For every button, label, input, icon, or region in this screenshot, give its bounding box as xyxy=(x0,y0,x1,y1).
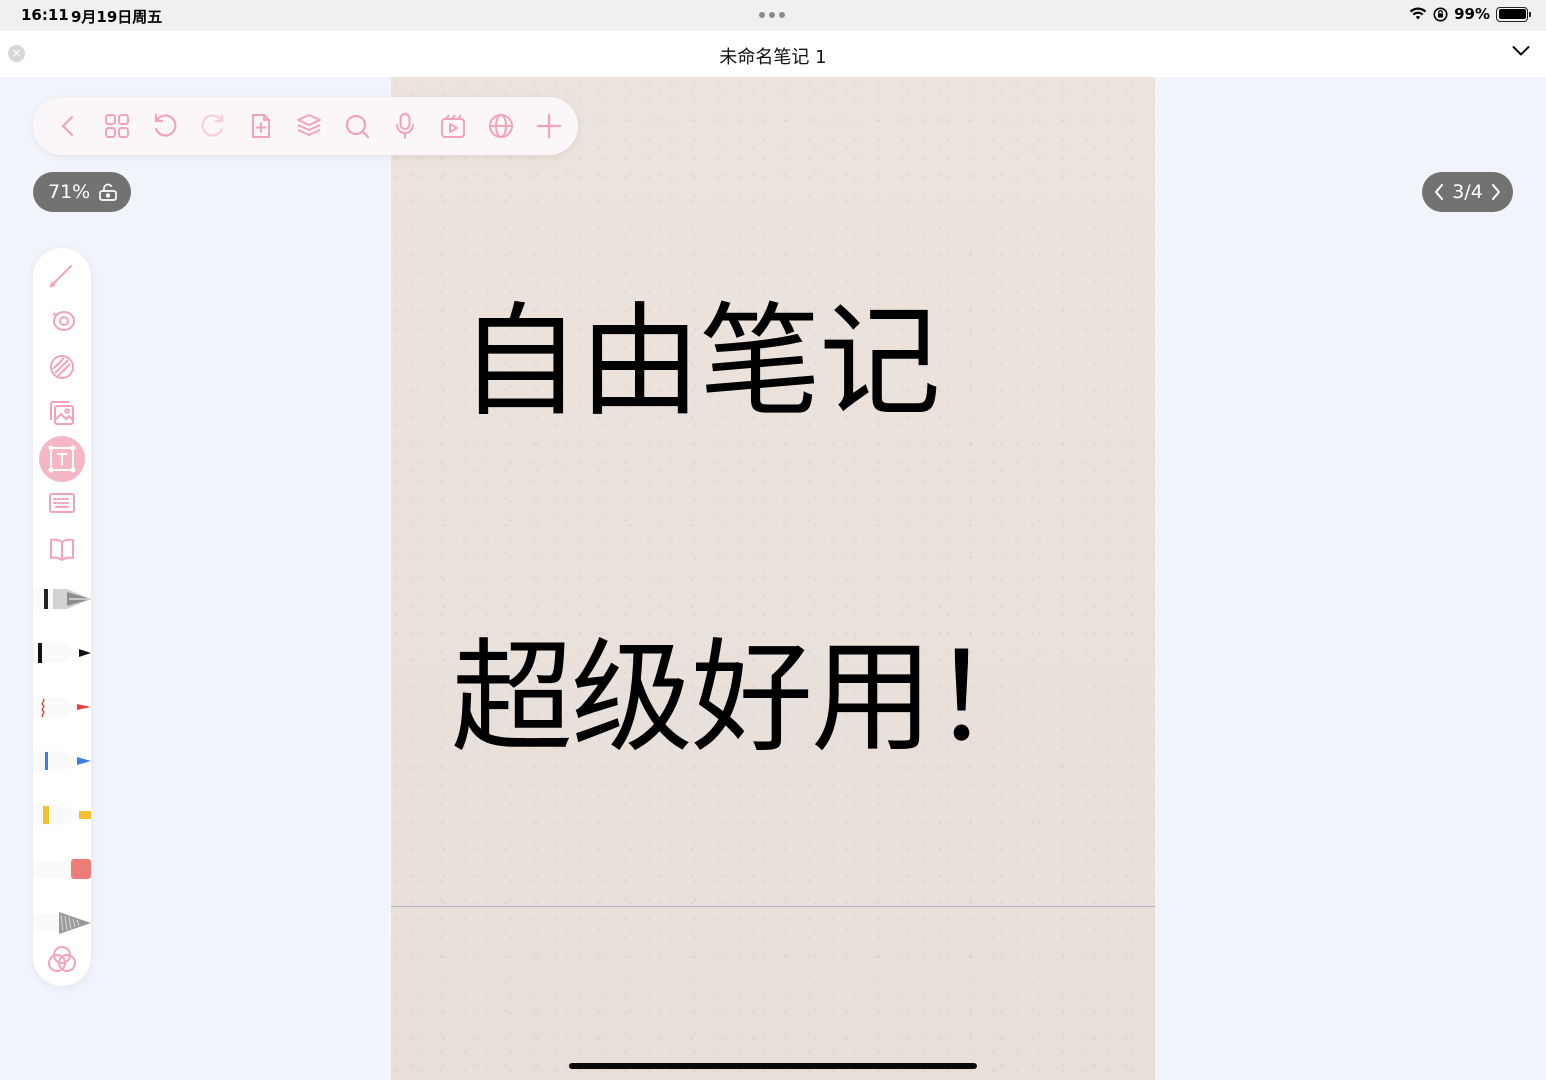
zoom-label: 71% xyxy=(48,181,91,203)
canvas-text-line-1[interactable]: 自由笔记 xyxy=(459,301,941,423)
zoom-indicator[interactable]: 71% xyxy=(33,172,131,212)
shape-icon[interactable] xyxy=(45,350,79,384)
canvas-text-line-2[interactable]: 超级好用！ xyxy=(451,637,1053,759)
keyboard-icon[interactable] xyxy=(45,486,79,520)
book-icon[interactable] xyxy=(45,532,79,566)
note-title[interactable]: 未命名笔记 1 xyxy=(0,43,1546,69)
redo-icon[interactable] xyxy=(195,108,231,144)
ballpoint-pen-icon[interactable] xyxy=(33,638,91,668)
brush-pen-icon[interactable] xyxy=(33,692,91,722)
battery-icon xyxy=(1496,6,1531,22)
search-icon[interactable] xyxy=(339,108,375,144)
status-time: 16:11 xyxy=(21,6,69,24)
page-divider xyxy=(391,906,1155,907)
fountain-pen-icon[interactable] xyxy=(33,584,91,614)
pen-icon[interactable] xyxy=(33,746,91,776)
grid-icon[interactable] xyxy=(99,108,135,144)
undo-icon[interactable] xyxy=(147,108,183,144)
note-canvas[interactable]: 自由笔记 超级好用！ xyxy=(391,77,1155,1080)
pencil-tool-icon[interactable] xyxy=(33,908,91,938)
add-page-icon[interactable] xyxy=(243,108,279,144)
image-icon[interactable] xyxy=(45,396,79,430)
status-date: 9月19日周五 xyxy=(71,8,163,26)
orientation-lock-icon xyxy=(1433,7,1448,21)
unlock-icon[interactable] xyxy=(98,183,118,201)
chevron-left-icon[interactable] xyxy=(1434,183,1444,201)
textbox-icon[interactable] xyxy=(39,436,85,482)
tool-sidebar xyxy=(33,248,91,986)
globe-icon[interactable] xyxy=(483,108,519,144)
color-palette-icon[interactable] xyxy=(45,942,79,976)
plus-icon[interactable] xyxy=(531,108,567,144)
lasso-icon[interactable] xyxy=(45,304,79,338)
chevron-down-icon[interactable] xyxy=(1512,45,1530,57)
chevron-right-icon[interactable] xyxy=(1491,183,1501,201)
eraser-icon[interactable] xyxy=(33,854,91,884)
wifi-icon xyxy=(1409,7,1427,20)
multitasking-dots-icon[interactable] xyxy=(759,12,785,18)
layers-icon[interactable] xyxy=(291,108,327,144)
battery-percent: 99% xyxy=(1454,5,1490,23)
back-icon[interactable] xyxy=(51,108,87,144)
microphone-icon[interactable] xyxy=(387,108,423,144)
highlighter-icon[interactable] xyxy=(33,800,91,830)
media-icon[interactable] xyxy=(435,108,471,144)
page-indicator[interactable]: 3/4 xyxy=(1422,172,1513,212)
status-bar: 16:11 9月19日周五 99% xyxy=(0,0,1546,31)
title-bar: ✕ 未命名笔记 1 xyxy=(0,31,1546,77)
page-label: 3/4 xyxy=(1452,181,1483,203)
pencil-icon[interactable] xyxy=(45,258,79,292)
home-indicator[interactable] xyxy=(569,1063,977,1069)
top-toolbar xyxy=(33,97,578,155)
status-right: 99% xyxy=(1409,5,1531,23)
